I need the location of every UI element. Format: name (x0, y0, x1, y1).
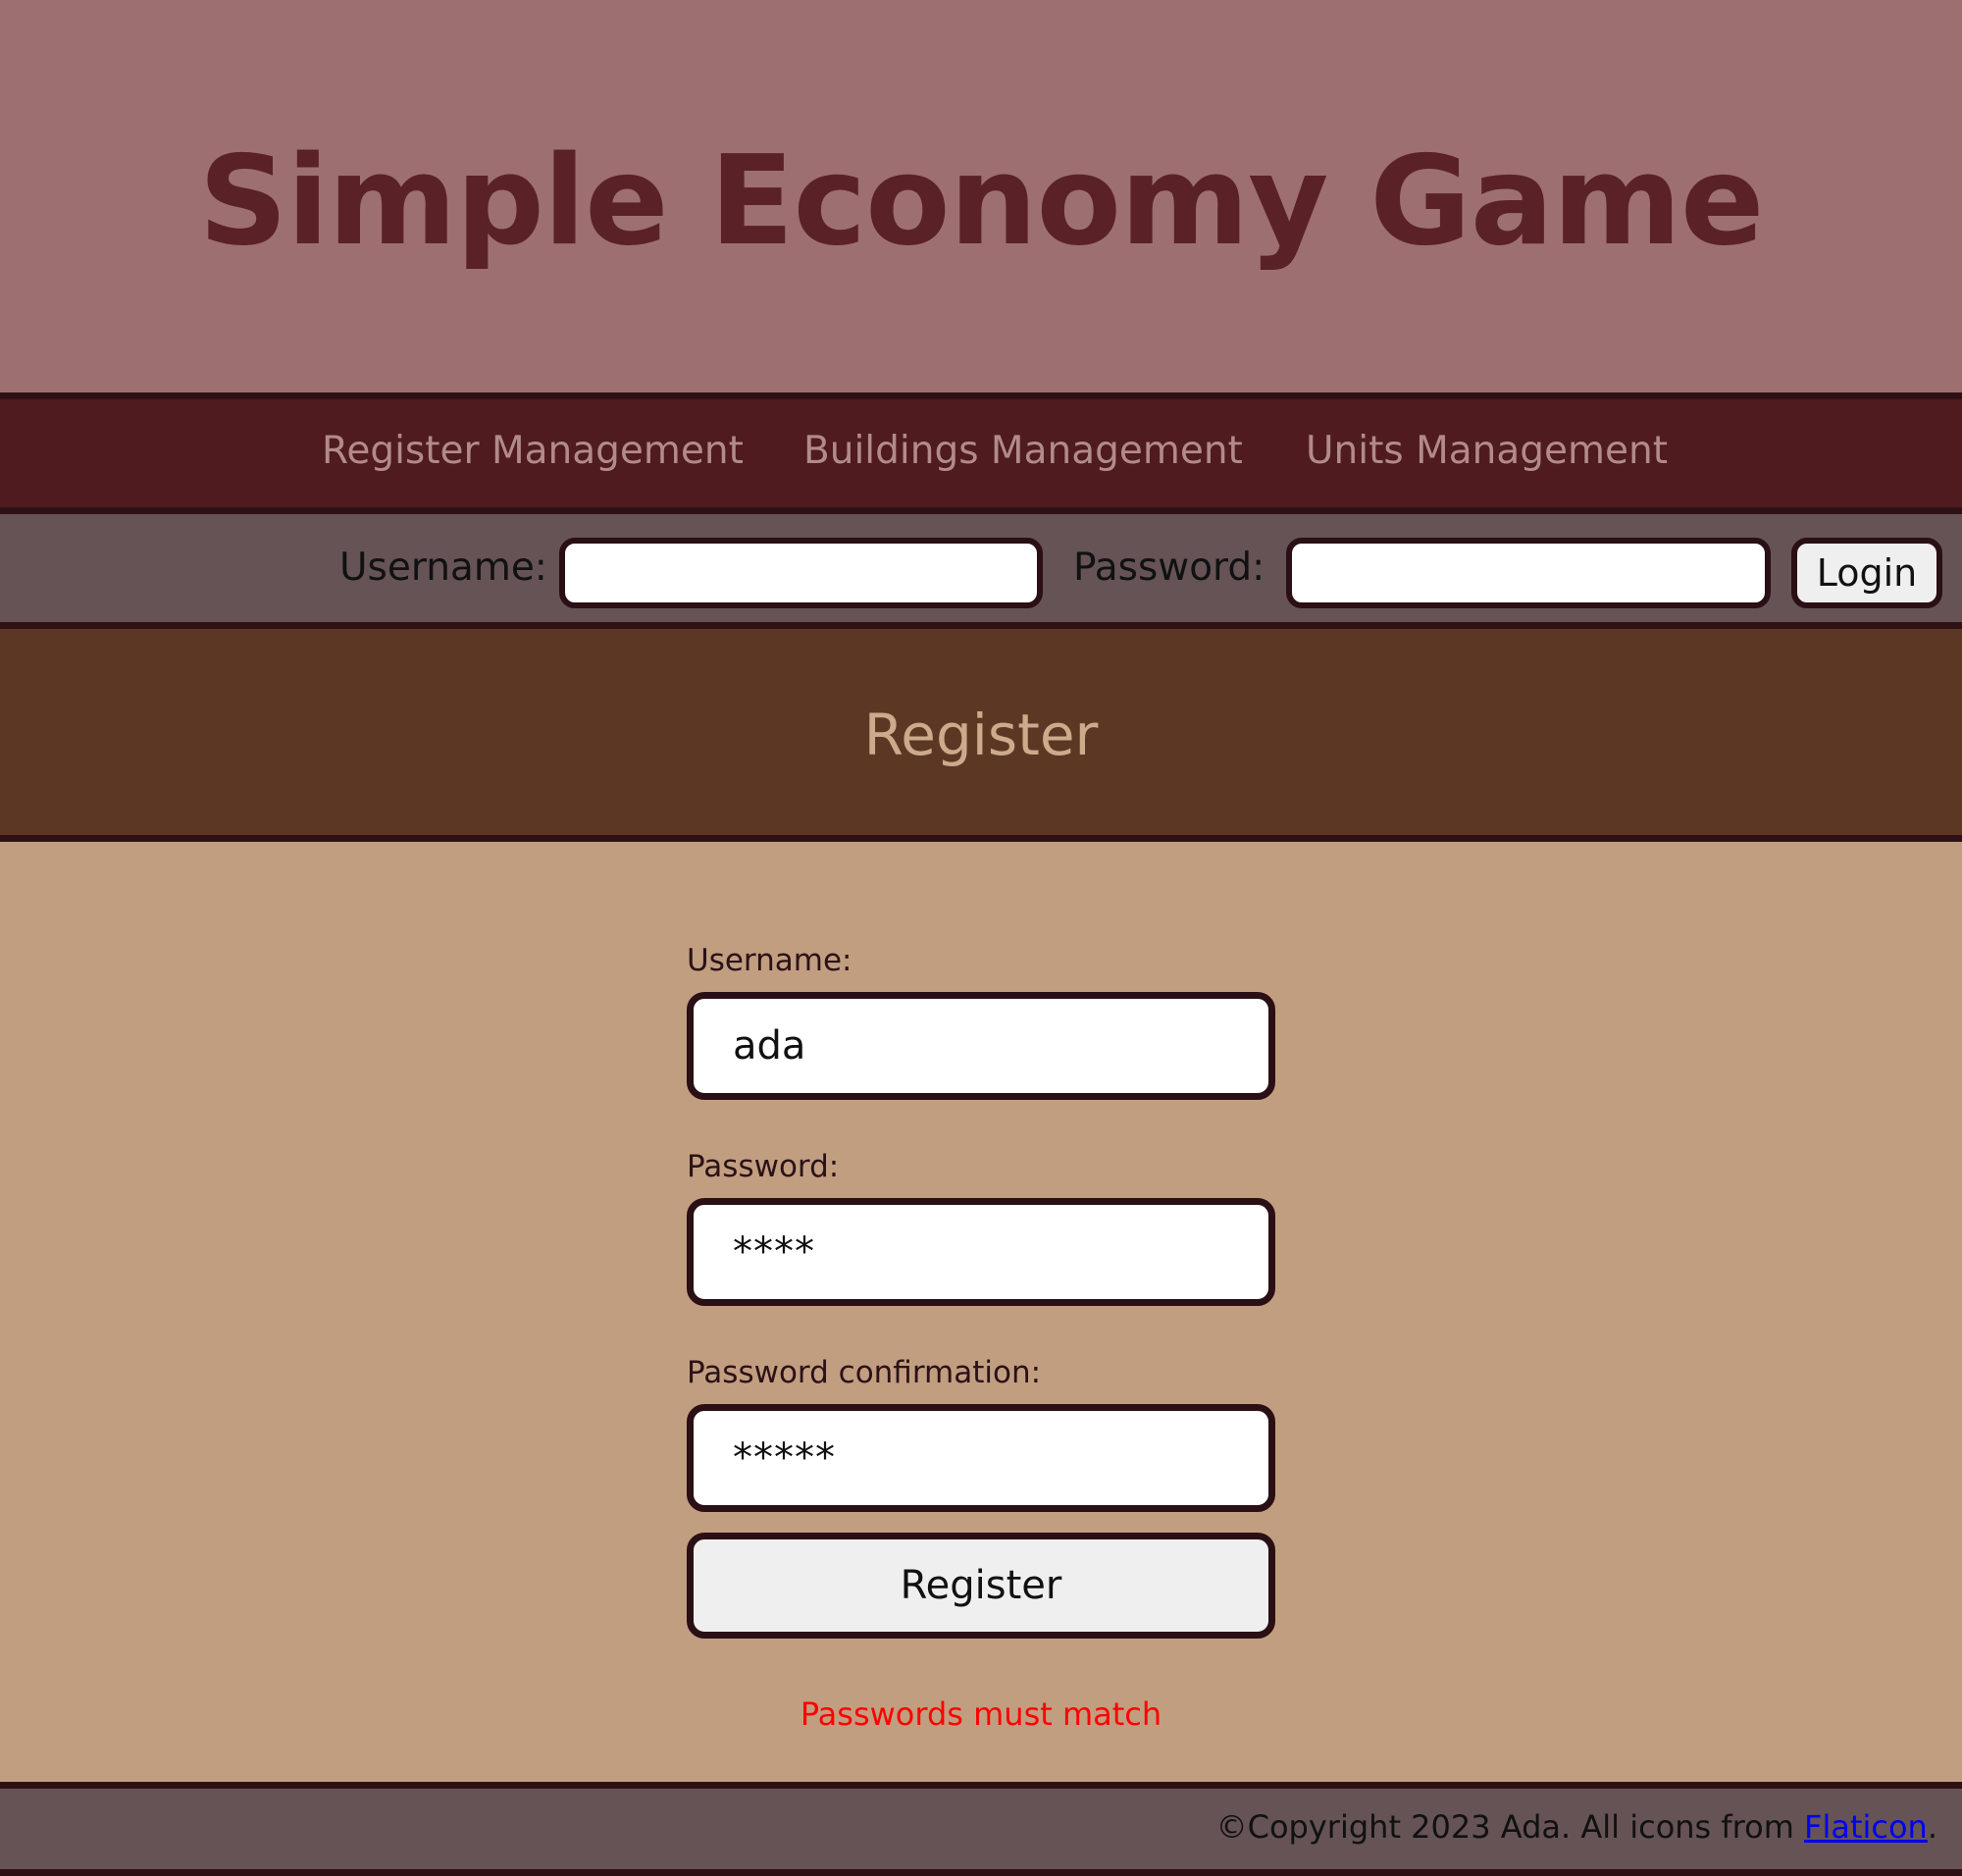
login-button[interactable]: Login (1791, 538, 1942, 608)
register-password-confirmation-label: Password confirmation: (687, 1355, 1042, 1390)
nav-item-buildings-management[interactable]: Buildings Management (803, 429, 1243, 473)
nav-item-register-management[interactable]: Register Management (322, 429, 744, 473)
footer-flaticon-link[interactable]: Flaticon (1804, 1808, 1928, 1846)
login-password-label: Password: (1073, 546, 1265, 590)
main-nav: Register Management Buildings Management… (0, 392, 1962, 514)
site-header: Simple Economy Game (0, 0, 1962, 392)
footer-copyright-text: ©Copyright 2023 Ada. All icons from (1215, 1808, 1805, 1846)
register-heading-band: Register (0, 629, 1962, 842)
register-button[interactable]: Register (687, 1533, 1275, 1639)
footer-trailing-period: . (1927, 1808, 1937, 1846)
login-password-input[interactable] (1286, 538, 1771, 608)
register-password-input[interactable] (687, 1198, 1275, 1306)
footer-copyright: ©Copyright 2023 Ada. All icons from Flat… (1216, 1808, 1937, 1846)
login-username-label: Username: (339, 546, 547, 590)
register-username-label: Username: (687, 943, 852, 978)
password-mismatch-error: Passwords must match (800, 1695, 1162, 1733)
register-form-area: Username: Password: Password confirmatio… (0, 842, 1962, 1782)
nav-item-units-management[interactable]: Units Management (1306, 429, 1668, 473)
register-username-input[interactable] (687, 992, 1275, 1100)
register-password-confirmation-input[interactable] (687, 1404, 1275, 1512)
register-password-label: Password: (687, 1149, 840, 1184)
register-heading: Register (863, 702, 1099, 768)
login-username-input[interactable] (559, 538, 1043, 608)
login-bar: Username: Password: Login (0, 514, 1962, 629)
site-title: Simple Economy Game (198, 128, 1764, 273)
site-footer: ©Copyright 2023 Ada. All icons from Flat… (0, 1782, 1962, 1876)
